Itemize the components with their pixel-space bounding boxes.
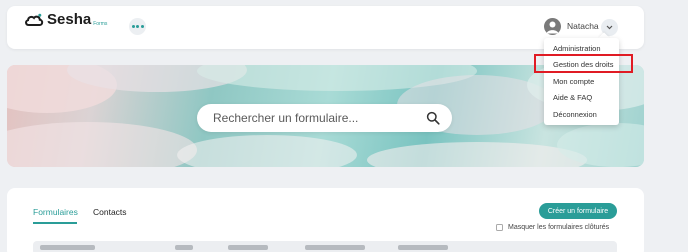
dots-icon [131,25,135,28]
table-header-cell [398,245,448,250]
active-tab-indicator [33,222,77,224]
logo-text: Sesha [47,11,92,28]
chevron-down-icon [606,25,613,30]
hide-closed-checkbox[interactable] [496,224,503,231]
menu-item-deconnexion[interactable]: Déconnexion [553,110,597,119]
menu-item-mon-compte[interactable]: Mon compte [553,77,594,86]
hide-closed-label: Masquer les formulaires clôturés [508,224,610,231]
search-input[interactable] [213,109,413,127]
menu-item-aide-faq[interactable]: Aide & FAQ [553,93,592,102]
cloud-logo-icon [25,13,44,26]
logo-subtext: Forms [93,21,108,27]
table-header-cell [228,245,268,250]
tab-contacts[interactable]: Contacts [93,207,127,217]
table-header-cell [40,245,95,250]
tab-formulaires[interactable]: Formulaires [33,207,78,217]
table-header-cell [305,245,365,250]
hide-closed-forms-toggle[interactable]: Masquer les formulaires clôturés [496,224,609,231]
menu-item-administration[interactable]: Administration [553,44,601,53]
highlight-annotation [534,54,633,73]
user-name[interactable]: Natacha [567,21,599,31]
search-box[interactable] [197,104,452,132]
table-header-cell [175,245,193,250]
search-icon[interactable] [426,111,440,125]
create-form-button[interactable]: Créer un formulaire [539,203,617,219]
user-avatar-icon[interactable] [544,18,561,35]
app-logo[interactable]: Sesha Forms [24,12,107,27]
apps-menu-button[interactable] [129,18,146,35]
